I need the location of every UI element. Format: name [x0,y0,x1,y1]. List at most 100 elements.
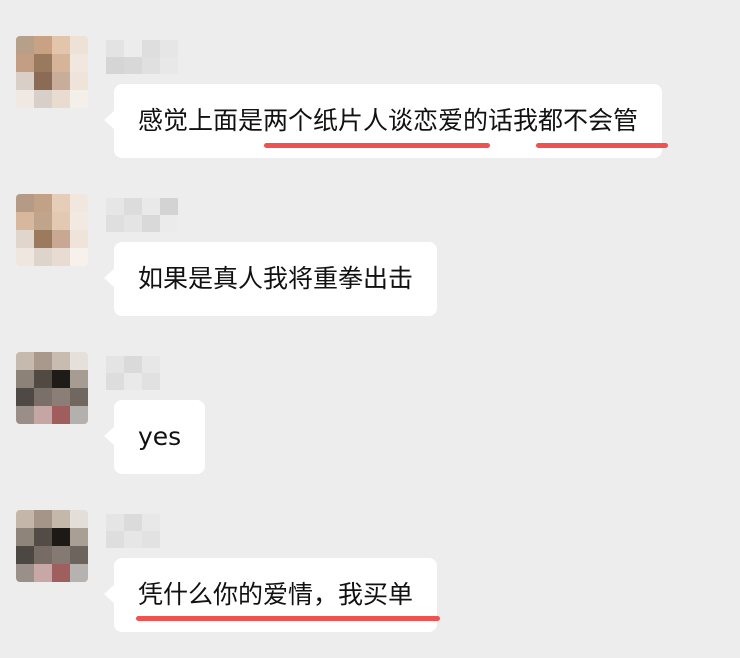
name-mosaic-column [106,198,124,232]
name-mosaic-column [124,40,142,74]
avatar-mosaic-cell [52,54,70,72]
avatar-mosaic-cell [16,72,34,90]
name-mosaic-cell [124,514,142,531]
avatar-mosaic-cell [52,564,70,582]
avatar-mosaic-cell [16,546,34,564]
name-mosaic-column [160,40,178,74]
avatar-mosaic-cell [52,406,70,424]
name-mosaic-column [106,514,124,548]
highlight-underline [536,143,668,148]
message-row: 感觉上面是两个纸片人谈恋爱的话我都不会管 [0,36,740,166]
avatar-mosaic-cell [70,388,88,406]
avatar-mosaic-cell [52,370,70,388]
sender-name-blurred [106,356,160,390]
avatar-mosaic-cell [16,406,34,424]
avatar-mosaic-cell [70,212,88,230]
name-mosaic-cell [142,40,160,57]
name-mosaic-cell [160,215,178,232]
sender-name-blurred [106,514,160,548]
highlight-underline [264,143,490,148]
avatar-mosaic-cell [16,54,34,72]
name-mosaic-column [124,356,142,390]
avatar-mosaic-cell [70,36,88,54]
avatar-mosaic-cell [16,528,34,546]
name-mosaic-cell [142,198,160,215]
avatar[interactable] [16,194,88,266]
avatar-mosaic-cell [34,194,52,212]
name-mosaic-column [142,40,160,74]
avatar-mosaic-cell [34,54,52,72]
avatar-mosaic-cell [34,36,52,54]
name-mosaic-cell [160,57,178,74]
name-mosaic-column [124,514,142,548]
avatar-mosaic-cell [70,546,88,564]
avatar-mosaic-cell [52,510,70,528]
name-mosaic-cell [124,57,142,74]
name-mosaic-cell [124,215,142,232]
highlight-underline [136,616,440,621]
name-mosaic-column [142,356,160,390]
avatar[interactable] [16,36,88,108]
avatar-mosaic-cell [52,388,70,406]
message-row: 如果是真人我将重拳出击 [0,194,740,324]
avatar-mosaic-cell [70,230,88,248]
name-mosaic-cell [106,215,124,232]
name-mosaic-cell [106,57,124,74]
name-mosaic-cell [142,514,160,531]
avatar[interactable] [16,352,88,424]
message-bubble[interactable]: 如果是真人我将重拳出击 [103,242,438,316]
avatar-mosaic-cell [34,370,52,388]
name-mosaic-cell [160,40,178,57]
avatar-mosaic-cell [34,564,52,582]
avatar-mosaic-cell [52,528,70,546]
avatar-mosaic-cell [34,212,52,230]
avatar[interactable] [16,510,88,582]
avatar-mosaic-cell [70,194,88,212]
name-mosaic-cell [124,373,142,390]
avatar-mosaic-cell [70,564,88,582]
avatar-mosaic-cell [34,510,52,528]
avatar-mosaic-cell [16,90,34,108]
message-row: 凭什么你的爱情，我买单 [0,510,740,640]
avatar-mosaic-cell [16,370,34,388]
avatar-mosaic-cell [52,36,70,54]
avatar-mosaic-cell [52,248,70,266]
name-mosaic-cell [160,198,178,215]
avatar-mosaic-cell [70,90,88,108]
name-mosaic-cell [142,57,160,74]
avatar-mosaic-cell [16,230,34,248]
avatar-mosaic-cell [16,212,34,230]
name-mosaic-cell [142,215,160,232]
name-mosaic-cell [106,356,124,373]
sender-name-blurred [106,40,178,74]
name-mosaic-cell [106,373,124,390]
name-mosaic-cell [142,531,160,548]
name-mosaic-cell [106,40,124,57]
avatar-mosaic-cell [70,406,88,424]
sender-name-blurred [106,198,178,232]
avatar-mosaic-cell [34,352,52,370]
name-mosaic-cell [142,356,160,373]
avatar-mosaic-cell [52,90,70,108]
message-row: yes [0,352,740,482]
name-mosaic-cell [106,531,124,548]
message-text: 如果是真人我将重拳出击 [138,264,414,293]
avatar-mosaic-cell [34,72,52,90]
name-mosaic-column [106,40,124,74]
name-mosaic-column [142,198,160,232]
message-bubble[interactable]: yes [103,400,206,474]
avatar-mosaic-cell [34,248,52,266]
avatar-mosaic-cell [16,248,34,266]
avatar-mosaic-cell [16,194,34,212]
avatar-mosaic-cell [34,388,52,406]
name-mosaic-column [160,198,178,232]
avatar-mosaic-cell [34,406,52,424]
avatar-mosaic-cell [16,510,34,528]
avatar-mosaic-cell [16,564,34,582]
avatar-mosaic-cell [70,54,88,72]
name-mosaic-cell [106,514,124,531]
avatar-mosaic-cell [34,230,52,248]
avatar-mosaic-cell [16,388,34,406]
avatar-mosaic-cell [16,36,34,54]
avatar-mosaic-cell [52,194,70,212]
